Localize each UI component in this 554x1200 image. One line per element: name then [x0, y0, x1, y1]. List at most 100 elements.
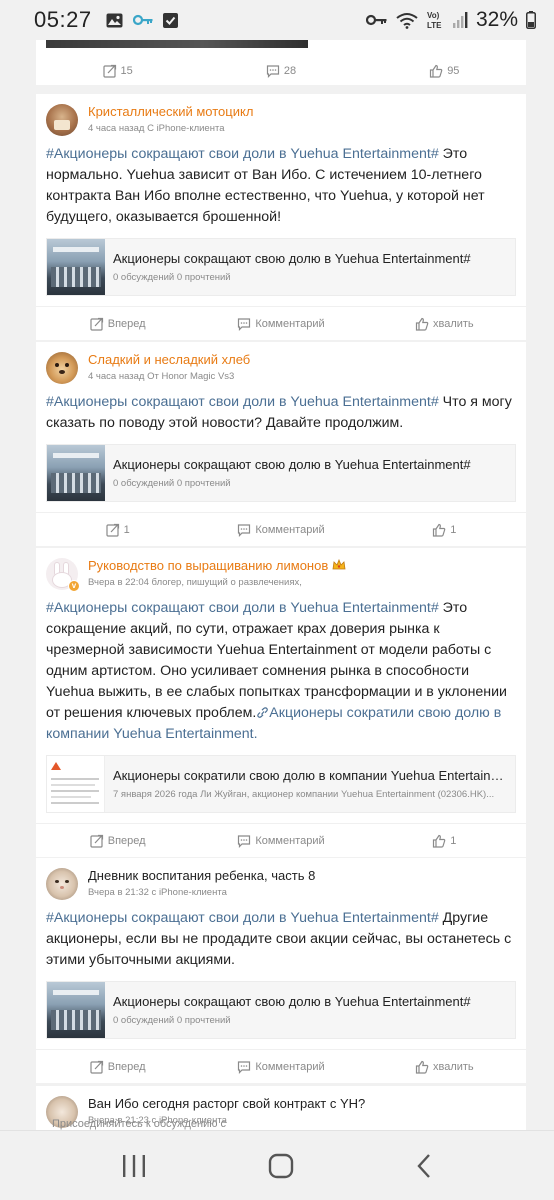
thumbs-up-icon	[433, 834, 446, 848]
post-card: Кристаллический мотоцикл 4 часа назад С …	[36, 94, 526, 340]
thumbs-up-icon	[415, 1060, 429, 1074]
forward-count: 15	[120, 65, 133, 77]
home-icon	[268, 1153, 294, 1178]
volte-lte-icon: Vo) LTE	[426, 10, 444, 30]
vpn-key-icon	[365, 14, 388, 26]
username[interactable]: Сладкий и несладкий хлеб	[88, 352, 250, 368]
forward-button[interactable]: 1	[36, 523, 199, 537]
recent-apps-button[interactable]	[121, 1154, 147, 1178]
comment-label: Комментарий	[255, 1060, 325, 1073]
topic-thumbnail	[47, 239, 105, 295]
hashtag-link[interactable]: #Акционеры сокращают свои доли в Yuehua …	[46, 394, 439, 410]
svg-text:LTE: LTE	[427, 21, 442, 30]
post-meta: 4 часа назад От Honor Magic Vs3	[88, 371, 235, 382]
username[interactable]: Руководство по выращиванию лимонов	[88, 558, 346, 574]
post-card: v Руководство по выращиванию лимонов Вче…	[36, 548, 526, 857]
battery-icon	[526, 11, 536, 29]
comment-bubble-icon	[238, 1060, 251, 1074]
topic-thumbnail	[47, 445, 105, 501]
post-text: #Акционеры сокращают свои доли в Yuehua …	[36, 384, 526, 434]
verified-badge-icon: v	[68, 580, 80, 592]
avatar[interactable]	[46, 868, 78, 900]
forward-button[interactable]: 15	[36, 64, 199, 78]
like-button[interactable]: 95	[363, 64, 526, 78]
recent-apps-icon	[122, 1154, 145, 1177]
forward-label: Вперед	[107, 1060, 146, 1073]
comment-bubble-icon	[238, 523, 251, 537]
share-forward-icon	[105, 523, 119, 537]
gallery-icon	[106, 13, 123, 28]
article-reference-card[interactable]: Акционеры сократили свою долю в компании…	[46, 755, 516, 813]
link-icon	[257, 707, 269, 718]
hashtag-link[interactable]: #Акционеры сокращают свои доли в Yuehua …	[46, 146, 439, 162]
post-text: #Акционеры сокращают свои доли в Yuehua …	[36, 590, 526, 745]
join-discussion-overlay-text: Присоединяйтесь к обсуждению с	[52, 1118, 227, 1130]
avatar[interactable]	[46, 104, 78, 136]
post-meta: Вчера в 21:32 с iPhone-клиента	[88, 887, 227, 898]
post-text: #Акционеры сокращают свои доли в Yuehua …	[36, 136, 526, 228]
topic-title: Акционеры сокращают свою долю в Yuehua E…	[113, 251, 471, 266]
forward-label: Вперед	[107, 317, 146, 330]
status-time: 05:27	[34, 7, 92, 32]
status-bar: 05:27 Vo) LTE 32%	[0, 0, 554, 40]
like-button[interactable]: 1	[363, 834, 526, 848]
hashtag-link[interactable]: #Акционеры сокращают свои доли в Yuehua …	[46, 910, 439, 926]
battery-percent: 32%	[475, 8, 518, 31]
key-icon	[132, 14, 153, 26]
comment-button[interactable]: Комментарий	[199, 1060, 362, 1074]
like-count: 1	[450, 834, 457, 847]
forward-count: 1	[123, 523, 130, 536]
thumbs-up-icon	[433, 523, 446, 537]
home-button[interactable]	[268, 1153, 294, 1179]
article-thumbnail	[47, 756, 105, 812]
forward-button[interactable]: Вперед	[36, 834, 199, 848]
avatar[interactable]	[46, 352, 78, 384]
topic-reference-card[interactable]: Акционеры сокращают свою долю в Yuehua E…	[46, 981, 516, 1039]
username[interactable]: Кристаллический мотоцикл	[88, 104, 253, 120]
signal-icon	[452, 12, 468, 28]
topic-reference-card[interactable]: Акционеры сокращают свою долю в Yuehua E…	[46, 238, 516, 296]
post-card: Сладкий и несладкий хлеб 4 часа назад От…	[36, 342, 526, 546]
comment-bubble-icon	[266, 65, 279, 78]
comment-label: Комментарий	[255, 523, 325, 536]
username[interactable]: Ван Ибо сегодня расторг свой контракт с …	[88, 1096, 365, 1112]
like-count: 1	[450, 523, 457, 536]
comment-label: Комментарий	[255, 317, 325, 330]
article-snippet: 7 января 2026 года Ли Жуйган, акционер к…	[113, 789, 495, 800]
comment-button[interactable]: Комментарий	[199, 834, 362, 848]
share-forward-icon	[90, 317, 103, 331]
system-navigation-bar	[0, 1130, 554, 1200]
forward-button[interactable]: Вперед	[36, 1060, 199, 1074]
post-card: Дневник воспитания ребенка, часть 8 Вчер…	[36, 858, 526, 1083]
wifi-icon	[396, 12, 418, 29]
like-button[interactable]: 1	[363, 523, 526, 537]
like-label: хвалить	[432, 1060, 474, 1073]
like-button[interactable]: хвалить	[363, 317, 526, 331]
share-forward-icon	[90, 1060, 103, 1074]
article-title: Акционеры сократили свою долю в компании…	[113, 768, 511, 783]
username[interactable]: Дневник воспитания ребенка, часть 8	[88, 868, 315, 884]
topic-stats: 0 обсуждений 0 прочтений	[113, 272, 231, 283]
like-count: 95	[447, 65, 460, 77]
comment-button[interactable]: Комментарий	[199, 317, 362, 331]
like-button[interactable]: хвалить	[363, 1060, 526, 1074]
svg-text:Vo): Vo)	[427, 11, 440, 20]
share-forward-icon	[102, 64, 116, 78]
back-button[interactable]	[415, 1153, 433, 1179]
forward-button[interactable]: Вперед	[36, 317, 199, 331]
topic-reference-card[interactable]: Акционеры сокращают свою долю в Yuehua E…	[46, 444, 516, 502]
post-meta: Вчера в 22:04 блогер, пишущий о развлече…	[88, 577, 302, 588]
comment-label: Комментарий	[255, 834, 325, 847]
post-text: #Акционеры сокращают свои доли в Yuehua …	[36, 900, 526, 971]
comment-button[interactable]: Комментарий	[199, 523, 362, 537]
topic-title: Акционеры сокращают свою долю в Yuehua E…	[113, 994, 471, 1009]
comment-button[interactable]: 28	[199, 64, 362, 78]
comment-count: 28	[283, 65, 297, 77]
post-body-text: Это сокращение акций, по сути, отражает …	[46, 600, 507, 721]
thumbs-up-icon	[415, 317, 429, 331]
like-label: хвалить	[432, 317, 474, 330]
back-chevron-icon	[417, 1153, 431, 1178]
checkbox-notification-icon	[162, 12, 178, 28]
hashtag-link[interactable]: #Акционеры сокращают свои доли в Yuehua …	[46, 600, 439, 616]
forward-label: Вперед	[107, 834, 146, 847]
